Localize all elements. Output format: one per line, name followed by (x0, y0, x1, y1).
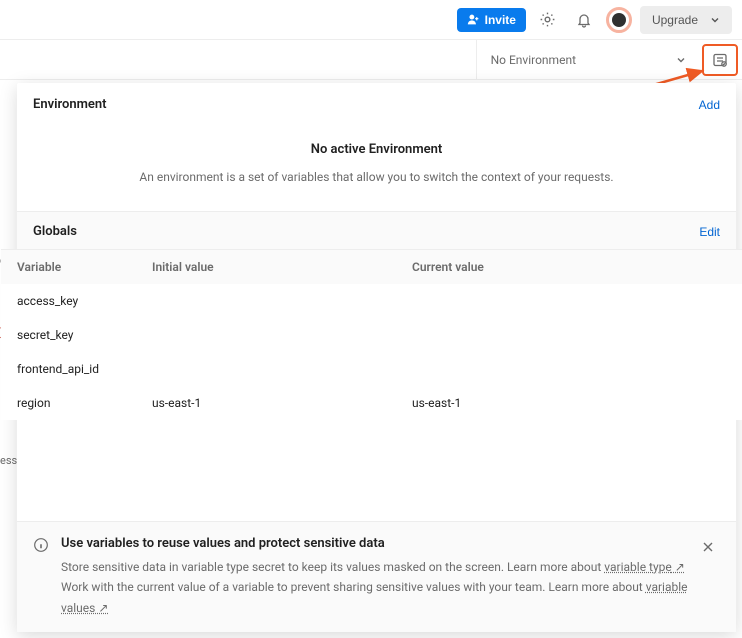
upgrade-button[interactable]: Upgrade (640, 6, 732, 34)
chevron-down-icon (676, 55, 686, 65)
cell-initial (152, 294, 412, 308)
cell-variable: secret_key (17, 328, 152, 342)
cell-current: us-east-1 (412, 396, 736, 410)
cell-variable: access_key (17, 294, 152, 308)
globals-table-header: Variable Initial value Current value (1, 250, 742, 284)
environment-quicklook-icon (712, 52, 728, 68)
cell-current (412, 328, 736, 342)
tip-title: Use variables to reuse values and protec… (61, 536, 720, 551)
cell-current (412, 294, 736, 308)
tip-banner: Use variables to reuse values and protec… (17, 521, 736, 632)
person-plus-icon (467, 13, 480, 26)
cell-initial: us-east-1 (152, 396, 412, 410)
tip-close-button[interactable] (702, 536, 724, 558)
avatar[interactable] (606, 7, 632, 33)
cell-initial (152, 362, 412, 376)
avatar-inner (612, 13, 626, 27)
info-icon (33, 537, 49, 553)
environment-empty-state: No active Environment An environment is … (33, 116, 720, 193)
empty-env-desc: An environment is a set of variables tha… (93, 167, 660, 187)
tip-line1: Store sensitive data in variable type se… (61, 560, 604, 574)
upgrade-label: Upgrade (652, 13, 698, 27)
environment-selector[interactable]: No Environment (476, 40, 700, 79)
table-row: secret_key (1, 318, 742, 352)
notifications-button[interactable] (570, 6, 598, 34)
col-header-initial: Initial value (152, 260, 412, 274)
top-bar: Invite Upgrade (0, 0, 742, 40)
environment-section: Environment Add No active Environment An… (17, 83, 736, 211)
table-row: regionus-east-1us-east-1 (1, 386, 742, 420)
table-row: frontend_api_id (1, 352, 742, 386)
invite-button[interactable]: Invite (457, 8, 526, 32)
environment-bar: No Environment (0, 40, 742, 80)
add-environment-button[interactable]: Add (699, 98, 720, 112)
tip-line2: Work with the current value of a variabl… (61, 580, 646, 594)
environment-panel: Environment Add No active Environment An… (17, 83, 736, 632)
cell-current (412, 362, 736, 376)
environment-current: No Environment (491, 53, 576, 67)
gear-icon (539, 11, 556, 28)
close-icon (702, 541, 714, 553)
cell-variable: frontend_api_id (17, 362, 152, 376)
obscured-text: ess (0, 454, 17, 467)
chevron-down-icon (710, 15, 720, 25)
environment-quicklook-button[interactable] (702, 44, 738, 76)
globals-table: Variable Initial value Current value acc… (1, 249, 742, 420)
globals-section: Globals Edit (17, 211, 736, 249)
col-header-current: Current value (412, 260, 736, 274)
cell-initial (152, 328, 412, 342)
cell-variable: region (17, 396, 152, 410)
col-header-variable: Variable (17, 260, 152, 274)
edit-globals-button[interactable]: Edit (699, 225, 720, 239)
invite-label: Invite (485, 13, 516, 27)
environment-title: Environment (33, 97, 107, 112)
variable-type-link[interactable]: variable type ↗ (604, 560, 685, 574)
settings-button[interactable] (534, 6, 562, 34)
tip-text: Store sensitive data in variable type se… (61, 557, 720, 618)
globals-title: Globals (33, 224, 77, 239)
table-row: access_key (1, 284, 742, 318)
empty-env-title: No active Environment (93, 142, 660, 157)
bell-icon (576, 12, 592, 28)
